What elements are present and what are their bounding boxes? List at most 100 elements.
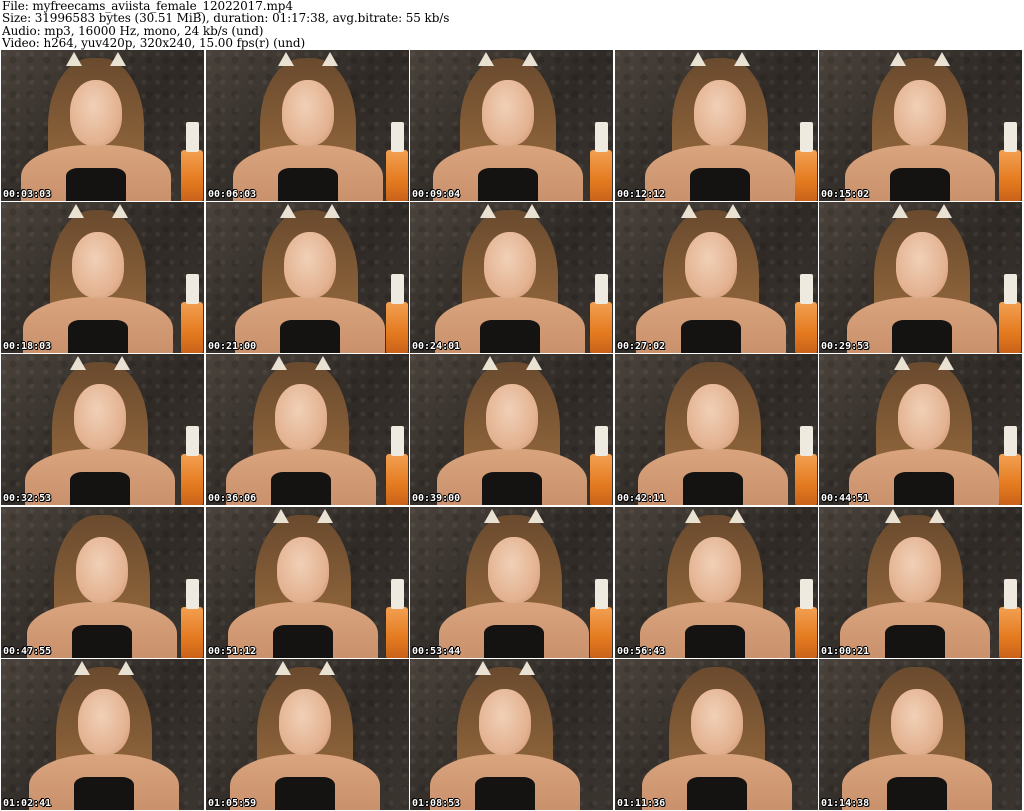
cat-ear-headband: [890, 52, 906, 66]
black-top: [887, 777, 947, 810]
face: [691, 689, 743, 755]
video-thumbnail: 00:42:11: [615, 354, 818, 505]
thumbnail-grid: 00:03:03 00:06:03 00:09:04 00:12:12 00:15:02…: [0, 50, 1024, 811]
bottle-cap: [800, 122, 813, 152]
bottle-cap: [800, 579, 813, 609]
bottle-cap: [186, 579, 199, 609]
video-thumbnail: 00:39:00: [410, 354, 613, 505]
black-top: [68, 320, 128, 353]
video-thumbnail: 01:11:36: [615, 659, 818, 810]
black-top: [690, 168, 750, 201]
face: [279, 689, 331, 755]
video-thumbnail: 00:15:02: [819, 50, 1022, 201]
bottle: [181, 150, 203, 201]
cat-ear-headband: [480, 204, 496, 218]
black-top: [280, 320, 340, 353]
black-top: [278, 168, 338, 201]
cat-ear-headband: [271, 356, 287, 370]
black-top: [892, 320, 952, 353]
face: [284, 232, 336, 298]
face: [685, 232, 737, 298]
video-info-line: Video: h264, yuv420p, 320x240, 15.00 fps…: [2, 35, 306, 50]
black-top: [683, 472, 743, 505]
cat-ear-headband: [74, 661, 90, 675]
video-thumbnail: 01:00:21: [819, 507, 1022, 658]
timestamp-label: 00:27:02: [617, 341, 666, 352]
timestamp-label: 00:24:01: [412, 341, 461, 352]
cat-ear-headband: [317, 509, 333, 523]
cat-ear-headband: [894, 356, 910, 370]
bottle: [181, 454, 203, 505]
video-thumbnail: 00:44:51: [819, 354, 1022, 505]
bottle: [999, 150, 1021, 201]
bottle: [386, 607, 408, 658]
timestamp-label: 00:32:53: [3, 493, 52, 504]
file-info-header: File: myfreecams_aviista_female_12022017…: [2, 0, 1022, 50]
cat-ear-headband: [322, 52, 338, 66]
timestamp-label: 00:53:44: [412, 646, 461, 657]
bottle-cap: [391, 122, 404, 152]
video-thumbnail: 00:32:53: [1, 354, 204, 505]
file-size-line: Size: 31996583 bytes (30.51 MiB), durati…: [2, 11, 450, 26]
cat-ear-headband: [526, 356, 542, 370]
cat-ear-headband: [938, 356, 954, 370]
black-top: [885, 625, 945, 658]
video-thumbnail: 00:18:03: [1, 202, 204, 353]
face: [78, 689, 130, 755]
bottle-cap: [1004, 426, 1017, 456]
video-thumbnail: 00:03:03: [1, 50, 204, 201]
timestamp-label: 00:15:02: [821, 189, 870, 200]
cat-ear-headband: [522, 52, 538, 66]
video-thumbnail: 00:56:43: [615, 507, 818, 658]
cat-ear-headband: [519, 661, 535, 675]
bottle-cap: [391, 274, 404, 304]
timestamp-label: 01:08:53: [412, 798, 461, 809]
timestamp-label: 00:39:00: [412, 493, 461, 504]
black-top: [66, 168, 126, 201]
bottle: [795, 454, 817, 505]
face: [282, 80, 334, 146]
video-thumbnail: 01:08:53: [410, 659, 613, 810]
bottle-cap: [595, 579, 608, 609]
black-top: [273, 625, 333, 658]
bottle-cap: [186, 274, 199, 304]
timestamp-label: 00:47:55: [3, 646, 52, 657]
black-top: [271, 472, 331, 505]
cat-ear-headband: [528, 509, 544, 523]
video-thumbnail: 00:47:55: [1, 507, 204, 658]
cat-ear-headband: [319, 661, 335, 675]
timestamp-label: 01:11:36: [617, 798, 666, 809]
black-top: [894, 472, 954, 505]
cat-ear-headband: [478, 52, 494, 66]
face: [689, 537, 741, 603]
cat-ear-headband: [118, 661, 134, 675]
timestamp-label: 01:02:41: [3, 798, 52, 809]
cat-ear-headband: [278, 52, 294, 66]
bottle: [590, 302, 612, 353]
cat-ear-headband: [725, 204, 741, 218]
bottle: [795, 607, 817, 658]
face: [275, 384, 327, 450]
video-thumbnail: 00:21:00: [206, 202, 409, 353]
black-top: [685, 625, 745, 658]
video-thumbnail: 00:12:12: [615, 50, 818, 201]
face: [894, 80, 946, 146]
face: [72, 232, 124, 298]
video-thumbnail: 00:51:12: [206, 507, 409, 658]
timestamp-label: 01:14:38: [821, 798, 870, 809]
face: [70, 80, 122, 146]
timestamp-label: 00:29:53: [821, 341, 870, 352]
face: [891, 689, 943, 755]
bottle-cap: [1004, 579, 1017, 609]
cat-ear-headband: [885, 509, 901, 523]
bottle: [386, 150, 408, 201]
cat-ear-headband: [690, 52, 706, 66]
face: [694, 80, 746, 146]
face: [898, 384, 950, 450]
cat-ear-headband: [66, 52, 82, 66]
bottle: [795, 150, 817, 201]
cat-ear-headband: [929, 509, 945, 523]
face: [76, 537, 128, 603]
black-top: [275, 777, 335, 810]
black-top: [480, 320, 540, 353]
